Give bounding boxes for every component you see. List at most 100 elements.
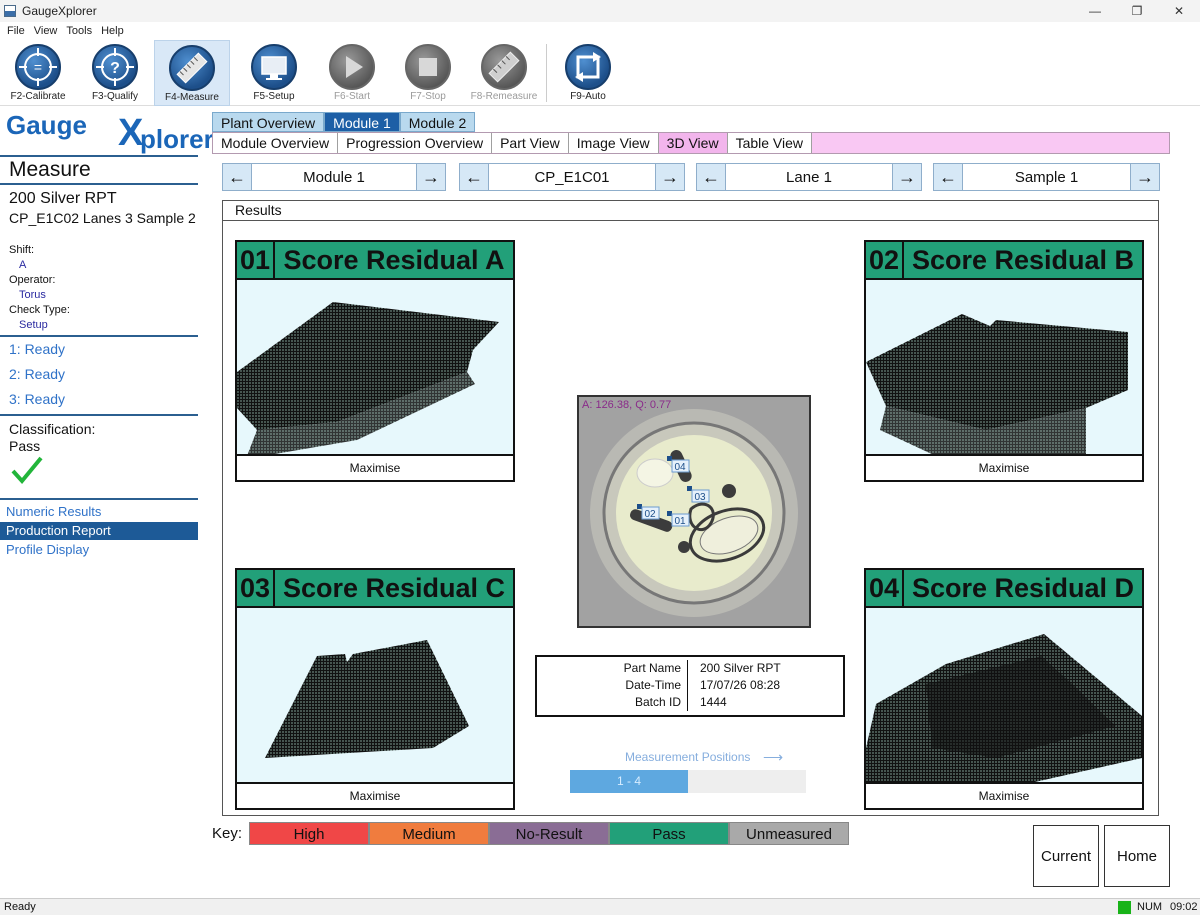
classification-value: Pass: [9, 438, 41, 454]
3d-surface-plot[interactable]: [237, 280, 513, 456]
prev-arrow-icon[interactable]: ←: [223, 164, 251, 190]
setup-label: F5-Setup: [253, 91, 295, 102]
results-title: Results: [222, 200, 1159, 221]
link-profile-display[interactable]: Profile Display: [0, 541, 198, 559]
tab-table-view[interactable]: Table View: [727, 133, 813, 153]
product-name: 200 Silver RPT: [9, 190, 117, 207]
remeasure-ruler-icon: [481, 44, 527, 90]
start-button[interactable]: F6-Start: [314, 40, 390, 106]
tab-3d-view[interactable]: 3D View: [658, 133, 728, 153]
status-text: Ready: [4, 901, 36, 913]
next-arrow-icon[interactable]: →: [417, 164, 445, 190]
link-numeric-results[interactable]: Numeric Results: [0, 503, 198, 521]
next-arrow-icon[interactable]: →: [893, 164, 921, 190]
camera-image[interactable]: A: 126.38, Q: 0.77 04 03 02 01: [577, 395, 811, 628]
qualify-label: F3-Qualify: [91, 91, 139, 102]
next-arrow-icon[interactable]: →: [1131, 164, 1159, 190]
panel-number: 04: [866, 570, 904, 606]
panel-title: Score Residual B: [911, 244, 1135, 275]
start-label: F6-Start: [333, 91, 371, 102]
measure-button[interactable]: F4-Measure: [154, 40, 230, 106]
info-value: 1444: [687, 694, 843, 711]
key-medium: Medium: [369, 822, 489, 845]
app-logo: Gauge X plorer: [6, 110, 214, 154]
residual-panel-a: 01 Score Residual A Maximise: [235, 240, 515, 482]
table-row: Part Name 200 Silver RPT: [537, 660, 843, 677]
panel-title: Score Residual A: [283, 244, 505, 275]
maximise-button[interactable]: Maximise: [237, 454, 513, 480]
menu-bar: File View Tools Help: [0, 22, 1200, 40]
measurement-positions-bar[interactable]: 1 - 4: [570, 770, 806, 793]
panel-number: 02: [866, 242, 904, 278]
auto-button[interactable]: F9-Auto: [550, 40, 626, 106]
minimize-icon[interactable]: —: [1074, 0, 1116, 22]
shift-value: A: [19, 259, 27, 271]
tab-module-1[interactable]: Module 1: [324, 112, 400, 132]
sample-selector-value: Sample 1: [962, 164, 1131, 190]
3d-surface-plot[interactable]: [866, 608, 1142, 784]
key-pass: Pass: [609, 822, 729, 845]
stop-button[interactable]: F7-Stop: [390, 40, 466, 106]
setup-button[interactable]: F5-Setup: [236, 40, 312, 106]
key-no-result: No-Result: [489, 822, 609, 845]
qualify-question-icon: ?: [92, 44, 138, 90]
menu-tools[interactable]: Tools: [66, 25, 92, 37]
mode-title: Measure: [9, 158, 91, 181]
sample-selector: ← Sample 1 →: [933, 163, 1160, 191]
3d-surface-plot[interactable]: [866, 280, 1142, 456]
measure-label: F4-Measure: [165, 92, 219, 103]
maximise-button[interactable]: Maximise: [866, 782, 1142, 808]
svg-text:03: 03: [694, 492, 706, 503]
positions-range: 1 - 4: [616, 774, 641, 788]
shift-label: Shift:: [9, 244, 35, 256]
calibrate-label: F2-Calibrate: [10, 91, 66, 102]
operator-value: Torus: [19, 289, 46, 301]
qualify-button[interactable]: ? F3-Qualify: [77, 40, 153, 106]
prev-arrow-icon[interactable]: ←: [934, 164, 962, 190]
link-production-report[interactable]: Production Report: [0, 522, 198, 540]
operator-label: Operator:: [9, 274, 56, 286]
maximise-button[interactable]: Maximise: [237, 782, 513, 808]
arrow-right-icon: ⟶: [763, 749, 784, 765]
tab-image-view[interactable]: Image View: [568, 133, 659, 153]
tab-module-2[interactable]: Module 2: [399, 112, 476, 132]
current-button[interactable]: Current: [1033, 825, 1099, 887]
tab-progression-overview[interactable]: Progression Overview: [338, 133, 493, 153]
num-lock-indicator: [1118, 901, 1131, 914]
view-tabs: Module Overview Progression Overview Par…: [212, 132, 1170, 154]
info-value: 17/07/26 08:28: [687, 677, 843, 694]
svg-text:?: ?: [110, 60, 120, 77]
info-key: Date-Time: [625, 678, 681, 692]
svg-text:01: 01: [674, 516, 686, 527]
restore-icon[interactable]: ❐: [1116, 0, 1158, 22]
tab-plant-overview[interactable]: Plant Overview: [212, 112, 325, 132]
menu-help[interactable]: Help: [101, 25, 124, 37]
panel-title: Score Residual D: [911, 572, 1135, 603]
calibrate-button[interactable]: = F2-Calibrate: [0, 40, 76, 106]
module-selector-value: Module 1: [251, 164, 417, 190]
auto-cycle-icon: [565, 44, 611, 90]
part-selector: ← CP_E1C01 →: [459, 163, 685, 191]
status-3: 3: Ready: [9, 391, 66, 407]
menu-file[interactable]: File: [7, 25, 25, 37]
3d-surface-plot[interactable]: [237, 608, 513, 784]
remeasure-button[interactable]: F8-Remeasure: [466, 40, 542, 106]
calibrate-crosshair-icon: =: [15, 44, 61, 90]
divider: [0, 498, 198, 500]
prev-arrow-icon[interactable]: ←: [697, 164, 725, 190]
start-play-icon: [329, 44, 375, 90]
maximise-button[interactable]: Maximise: [866, 454, 1142, 480]
next-arrow-icon[interactable]: →: [656, 164, 684, 190]
home-button[interactable]: Home: [1104, 825, 1170, 887]
toolbar-separator: [546, 44, 547, 102]
tab-part-view[interactable]: Part View: [492, 133, 569, 153]
info-value: 200 Silver RPT: [687, 660, 843, 677]
key-label: Key:: [212, 825, 243, 842]
close-icon[interactable]: ✕: [1158, 0, 1200, 22]
lane-selector: ← Lane 1 →: [696, 163, 922, 191]
prev-arrow-icon[interactable]: ←: [460, 164, 488, 190]
stop-square-icon: [405, 44, 451, 90]
menu-view[interactable]: View: [34, 25, 58, 37]
measure-ruler-icon: [169, 45, 215, 91]
tab-module-overview[interactable]: Module Overview: [213, 133, 339, 153]
